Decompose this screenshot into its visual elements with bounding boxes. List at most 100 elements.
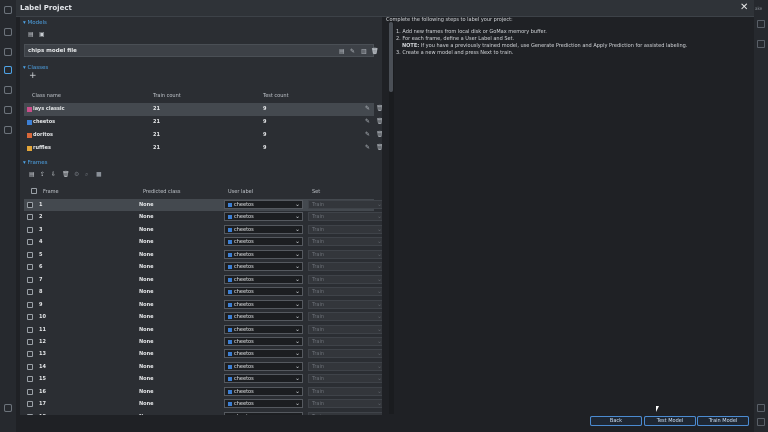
set-dropdown[interactable]: Train ⌄ (308, 386, 382, 396)
set-dropdown[interactable]: Train ⌄ (308, 374, 382, 384)
class-row[interactable]: lays classic 21 9 ✎ 🗑 (24, 103, 382, 116)
frame-row[interactable]: 13 None cheetos ⌄ Train ⌄ (24, 348, 382, 360)
models-section-header[interactable]: ▾ Models (23, 20, 47, 26)
stop-icon[interactable]: ■ (96, 171, 103, 178)
add-class-icon[interactable]: + (29, 72, 37, 81)
frame-row[interactable]: 18 None cheetos ⌄ Train ⌄ (24, 411, 382, 415)
class-row[interactable]: doritos 21 9 ✎ 🗑 (24, 129, 382, 142)
set-dropdown[interactable]: Train ⌄ (308, 212, 382, 222)
frame-row[interactable]: 17 None cheetos ⌄ Train ⌄ (24, 398, 382, 410)
export-icon[interactable]: ⇩ (51, 171, 58, 178)
tool-icon[interactable] (4, 48, 12, 56)
user-label-dropdown[interactable]: cheetos ⌄ (224, 287, 303, 297)
set-dropdown[interactable]: Train ⌄ (308, 262, 382, 272)
settings-icon[interactable] (4, 404, 12, 412)
user-label-dropdown[interactable]: cheetos ⌄ (224, 249, 303, 259)
frame-row[interactable]: 5 None cheetos ⌄ Train ⌄ (24, 249, 382, 261)
select-all-checkbox[interactable] (31, 188, 37, 194)
tool-icon[interactable] (4, 86, 12, 94)
model-open-icon[interactable]: ▤ (339, 48, 345, 55)
search-icon[interactable]: ⌕ (85, 171, 92, 178)
train-model-button[interactable]: Train Model (697, 416, 749, 426)
edit-class-icon[interactable]: ✎ (365, 144, 370, 151)
user-label-dropdown[interactable]: cheetos ⌄ (224, 274, 303, 284)
frame-checkbox[interactable] (27, 202, 33, 208)
user-label-dropdown[interactable]: cheetos ⌄ (224, 399, 303, 409)
set-dropdown[interactable]: Train ⌄ (308, 274, 382, 284)
frame-checkbox[interactable] (27, 276, 33, 283)
test-model-button[interactable]: Test Model (644, 416, 696, 426)
frame-checkbox[interactable] (27, 401, 33, 408)
set-dropdown[interactable]: Train ⌄ (308, 399, 382, 409)
frame-row[interactable]: 4 None cheetos ⌄ Train ⌄ (24, 236, 382, 248)
back-button[interactable]: Back (590, 416, 642, 426)
frame-row[interactable]: 9 None cheetos ⌄ Train ⌄ (24, 299, 382, 311)
frames-section-header[interactable]: ▾ Frames (23, 160, 48, 166)
user-label-dropdown[interactable]: cheetos ⌄ (224, 349, 303, 359)
set-dropdown[interactable]: Train ⌄ (308, 224, 382, 234)
frame-row[interactable]: 14 None cheetos ⌄ Train ⌄ (24, 361, 382, 373)
user-label-dropdown[interactable]: cheetos ⌄ (224, 224, 303, 234)
set-dropdown[interactable]: Train ⌄ (308, 411, 382, 415)
panel-icon[interactable] (757, 40, 765, 48)
frame-checkbox[interactable] (27, 314, 33, 321)
delete-frames-icon[interactable]: 🗑 (62, 171, 70, 178)
frame-checkbox[interactable] (27, 363, 33, 370)
panel-icon[interactable] (757, 20, 765, 28)
tool-icon[interactable] (4, 28, 12, 36)
frame-checkbox[interactable] (27, 338, 33, 345)
frame-checkbox[interactable] (27, 264, 33, 271)
user-label-dropdown[interactable]: cheetos ⌄ (224, 386, 303, 396)
user-label-dropdown[interactable]: cheetos ⌄ (224, 361, 303, 371)
frame-checkbox[interactable] (27, 301, 33, 308)
set-dropdown[interactable]: Train ⌄ (308, 299, 382, 309)
frame-row[interactable]: 12 None cheetos ⌄ Train ⌄ (24, 336, 382, 348)
panel-scroll-thumb[interactable] (389, 22, 393, 92)
delete-class-icon[interactable]: 🗑 (376, 131, 382, 138)
edit-class-icon[interactable]: ✎ (365, 131, 370, 138)
model-edit-icon[interactable]: ✎ (350, 48, 355, 55)
user-label-dropdown[interactable]: cheetos ⌄ (224, 374, 303, 384)
set-dropdown[interactable]: Train ⌄ (308, 336, 382, 346)
frame-checkbox[interactable] (27, 239, 33, 246)
set-dropdown[interactable]: Train ⌄ (308, 237, 382, 247)
set-dropdown[interactable]: Train ⌄ (308, 361, 382, 371)
set-dropdown[interactable]: Train ⌄ (308, 312, 382, 322)
user-label-dropdown[interactable]: cheetos ⌄ (224, 312, 303, 322)
frame-checkbox[interactable] (27, 351, 33, 358)
frame-row[interactable]: 1 None cheetos ⌄ Train ⌄ (24, 199, 382, 212)
import-icon[interactable]: ⇪ (40, 171, 47, 178)
label-project-icon[interactable] (4, 66, 12, 74)
delete-class-icon[interactable]: 🗑 (376, 105, 382, 112)
tool-icon[interactable] (4, 126, 12, 134)
set-dropdown[interactable]: Train ⌄ (308, 200, 382, 209)
user-label-dropdown[interactable]: cheetos ⌄ (224, 324, 303, 334)
edit-class-icon[interactable]: ✎ (365, 118, 370, 125)
predict-icon[interactable]: ⚙ (74, 171, 81, 178)
user-label-dropdown[interactable]: cheetos ⌄ (224, 237, 303, 247)
frame-checkbox[interactable] (27, 226, 33, 233)
frame-row[interactable]: 2 None cheetos ⌄ Train ⌄ (24, 211, 382, 223)
user-label-dropdown[interactable]: cheetos ⌄ (224, 336, 303, 346)
set-dropdown[interactable]: Train ⌄ (308, 249, 382, 259)
frame-checkbox[interactable] (27, 388, 33, 395)
frame-row[interactable]: 3 None cheetos ⌄ Train ⌄ (24, 224, 382, 236)
frame-checkbox[interactable] (27, 413, 33, 415)
frame-checkbox[interactable] (27, 376, 33, 383)
user-label-dropdown[interactable]: cheetos ⌄ (224, 212, 303, 222)
frame-row[interactable]: 15 None cheetos ⌄ Train ⌄ (24, 373, 382, 385)
scroll-down-icon[interactable] (757, 404, 765, 412)
close-button[interactable]: ✕ (740, 2, 748, 13)
tool-icon[interactable] (4, 106, 12, 114)
set-dropdown[interactable]: Train ⌄ (308, 324, 382, 334)
class-row[interactable]: cheetos 21 9 ✎ 🗑 (24, 116, 382, 129)
frame-row[interactable]: 16 None cheetos ⌄ Train ⌄ (24, 386, 382, 398)
delete-class-icon[interactable]: 🗑 (376, 144, 382, 151)
set-dropdown[interactable]: Train ⌄ (308, 287, 382, 297)
frame-row[interactable]: 8 None cheetos ⌄ Train ⌄ (24, 286, 382, 298)
frame-checkbox[interactable] (27, 251, 33, 258)
delete-class-icon[interactable]: 🗑 (376, 118, 382, 125)
frame-row[interactable]: 10 None cheetos ⌄ Train ⌄ (24, 311, 382, 323)
model-row[interactable]: chips model file ▤ ✎ ▥ 🗑 (24, 44, 379, 57)
scroll-up-icon[interactable] (757, 418, 765, 426)
